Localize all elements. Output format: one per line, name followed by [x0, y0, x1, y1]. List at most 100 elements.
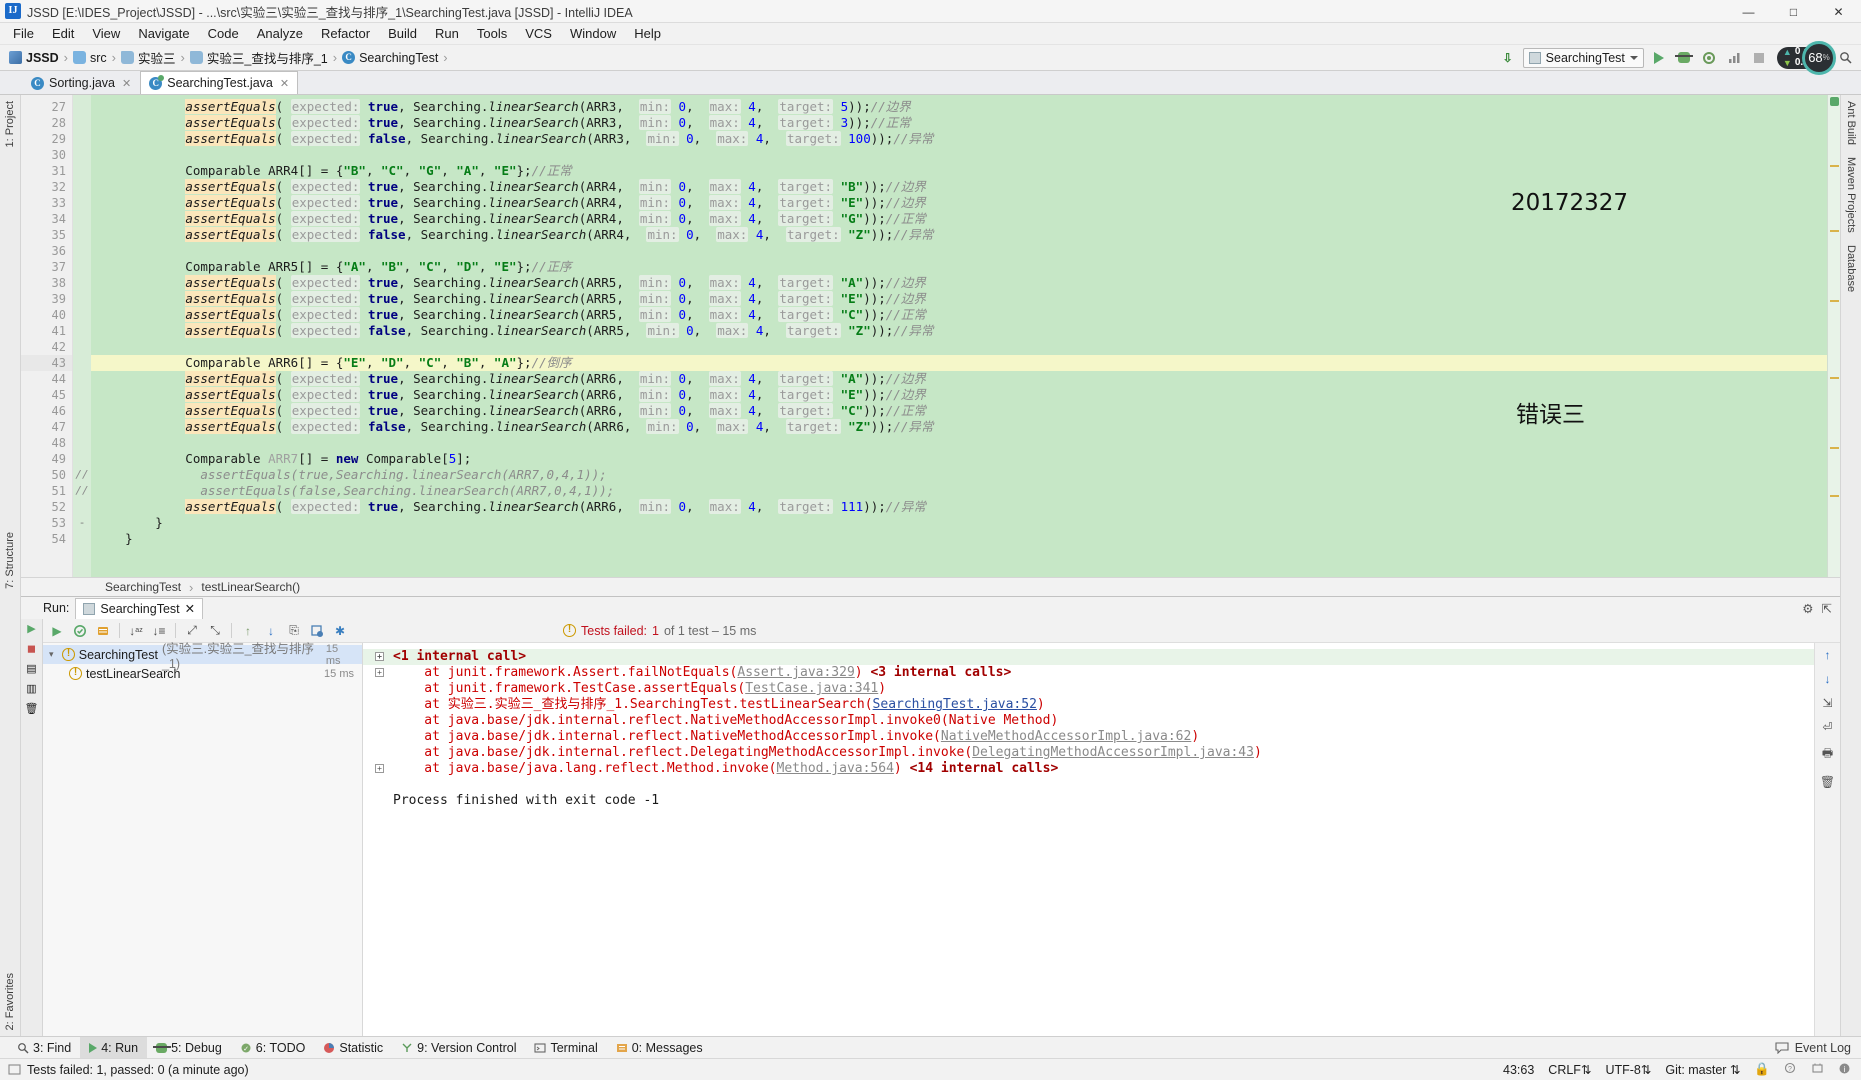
- line-number[interactable]: 51: [21, 483, 72, 499]
- memory-icon[interactable]: [1811, 1062, 1824, 1078]
- code-line[interactable]: }: [91, 515, 1827, 531]
- code-line[interactable]: assertEquals( expected: true, Searching.…: [91, 371, 1827, 387]
- line-number[interactable]: 29: [21, 131, 72, 147]
- close-button[interactable]: ✕: [1816, 0, 1861, 23]
- expand-stack-icon[interactable]: +: [375, 764, 384, 773]
- close-icon[interactable]: ✕: [280, 77, 289, 90]
- analysis-marker[interactable]: [1830, 495, 1839, 497]
- menu-run[interactable]: Run: [426, 24, 468, 43]
- line-number[interactable]: 30: [21, 147, 72, 163]
- line-number[interactable]: 28: [21, 115, 72, 131]
- code-line[interactable]: assertEquals( expected: false, Searching…: [91, 227, 1827, 243]
- line-number[interactable]: 50: [21, 467, 72, 483]
- sidebar-item-structure[interactable]: 7: Structure: [2, 526, 18, 595]
- menu-view[interactable]: View: [83, 24, 129, 43]
- test-tree[interactable]: ▾ ! SearchingTest (实验三.实验三_查找与排序_1) 15 m…: [43, 642, 363, 1036]
- menu-help[interactable]: Help: [625, 24, 670, 43]
- hide-icon[interactable]: ⇱: [1822, 601, 1832, 616]
- rerun-failed-tests-icon[interactable]: [70, 621, 90, 641]
- fold-marker[interactable]: -: [73, 515, 91, 531]
- code-line[interactable]: Comparable ARR4[] = {"B", "C", "G", "A",…: [91, 163, 1827, 179]
- layout-icon[interactable]: ▥: [26, 682, 36, 695]
- soft-wrap-icon[interactable]: ⏎: [1822, 720, 1832, 734]
- lock-icon[interactable]: 🔒: [1754, 1062, 1770, 1077]
- expand-stack-icon[interactable]: +: [375, 668, 384, 677]
- pin-icon[interactable]: ▤: [26, 662, 36, 675]
- close-icon[interactable]: ✕: [122, 77, 131, 90]
- sidebar-item-ant-build[interactable]: Ant Build: [1843, 95, 1859, 151]
- stop-red-icon[interactable]: ◼: [27, 642, 36, 655]
- git-branch[interactable]: Git: master ⇅: [1665, 1062, 1740, 1077]
- sidebar-item-database[interactable]: Database: [1843, 239, 1859, 298]
- code-editor[interactable]: 27 28 29 30 31 32 33 34 35 36 37 38 39 40 41 42 43 44 45 46…: [21, 95, 1840, 577]
- console-line[interactable]: [363, 777, 1814, 793]
- breadcrumb-package-2[interactable]: 实验三_查找与排序_1: [187, 48, 331, 67]
- console-line[interactable]: + at junit.framework.Assert.failNotEqual…: [363, 665, 1814, 681]
- code-line[interactable]: [91, 435, 1827, 451]
- comment-marker[interactable]: //: [73, 467, 91, 483]
- menu-tools[interactable]: Tools: [468, 24, 516, 43]
- line-number[interactable]: 39: [21, 291, 72, 307]
- code-line[interactable]: assertEquals( expected: true, Searching.…: [91, 291, 1827, 307]
- code-line[interactable]: [91, 339, 1827, 355]
- profile-button[interactable]: [1724, 48, 1744, 68]
- line-number[interactable]: 49: [21, 451, 72, 467]
- chevron-down-icon[interactable]: ▾: [49, 649, 58, 660]
- tab-debug[interactable]: 5: Debug: [147, 1037, 231, 1058]
- line-number[interactable]: 52: [21, 499, 72, 515]
- menu-navigate[interactable]: Navigate: [129, 24, 198, 43]
- code-content[interactable]: 20172327 错误三 assertEquals( expected: tru…: [91, 95, 1827, 577]
- console-line[interactable]: at java.base/jdk.internal.reflect.Native…: [363, 729, 1814, 745]
- sidebar-item-project[interactable]: 1: Project: [2, 95, 18, 153]
- comment-marker[interactable]: //: [73, 483, 91, 499]
- code-line[interactable]: [91, 147, 1827, 163]
- line-number[interactable]: 31: [21, 163, 72, 179]
- menu-code[interactable]: Code: [199, 24, 248, 43]
- code-line[interactable]: Comparable ARR7[] = new Comparable[5];: [91, 451, 1827, 467]
- code-line[interactable]: [91, 243, 1827, 259]
- line-number[interactable]: 36: [21, 243, 72, 259]
- line-number[interactable]: 42: [21, 339, 72, 355]
- tab-run[interactable]: 4: Run: [80, 1037, 148, 1058]
- search-icon[interactable]: [1835, 48, 1855, 68]
- code-line[interactable]: assertEquals( expected: true, Searching.…: [91, 499, 1827, 515]
- line-number[interactable]: 27: [21, 99, 72, 115]
- menu-edit[interactable]: Edit: [43, 24, 83, 43]
- line-number[interactable]: 32: [21, 179, 72, 195]
- info-icon[interactable]: i: [1838, 1062, 1851, 1078]
- code-line[interactable]: assertEquals( expected: true, Searching.…: [91, 307, 1827, 323]
- tab-terminal[interactable]: Terminal: [525, 1037, 606, 1058]
- line-number[interactable]: 38: [21, 275, 72, 291]
- line-number[interactable]: 46: [21, 403, 72, 419]
- code-line[interactable]: }: [91, 531, 1827, 547]
- test-tree-row-class[interactable]: ▾ ! SearchingTest (实验三.实验三_查找与排序_1) 15 m…: [43, 642, 362, 671]
- tab-searchingtest-java[interactable]: C SearchingTest.java ✕: [140, 71, 299, 94]
- console-line[interactable]: at 实验三.实验三_查找与排序_1.SearchingTest.testLin…: [363, 697, 1814, 713]
- minimize-button[interactable]: —: [1726, 0, 1771, 23]
- analysis-marker[interactable]: [1830, 377, 1839, 379]
- tab-sorting-java[interactable]: C Sorting.java ✕: [22, 71, 140, 94]
- wrap-text-icon[interactable]: ⇲: [1822, 696, 1832, 710]
- breadcrumb-package-1[interactable]: 实验三: [118, 48, 179, 67]
- menu-vcs[interactable]: VCS: [516, 24, 561, 43]
- line-number[interactable]: 34: [21, 211, 72, 227]
- scroll-up-icon[interactable]: ↑: [1825, 648, 1831, 662]
- scroll-down-icon[interactable]: ↓: [1825, 672, 1831, 686]
- code-line[interactable]: assertEquals( expected: true, Searching.…: [91, 115, 1827, 131]
- rerun-tests-icon[interactable]: ▶: [47, 621, 67, 641]
- caret-position[interactable]: 43:63: [1503, 1063, 1534, 1077]
- file-encoding[interactable]: UTF-8⇅: [1605, 1062, 1651, 1077]
- console-line[interactable]: at junit.framework.TestCase.assertEquals…: [363, 681, 1814, 697]
- tab-statistic[interactable]: Statistic: [314, 1037, 392, 1058]
- menu-file[interactable]: File: [4, 24, 43, 43]
- sidebar-item-favorites[interactable]: 2: Favorites: [2, 967, 18, 1036]
- breadcrumb-src[interactable]: src: [70, 51, 110, 65]
- test-settings-icon[interactable]: ✱: [330, 621, 350, 641]
- trash-icon[interactable]: 🗑: [1820, 775, 1835, 789]
- menu-window[interactable]: Window: [561, 24, 625, 43]
- run-button[interactable]: [1649, 48, 1669, 68]
- breadcrumb-class-name[interactable]: SearchingTest: [105, 580, 181, 594]
- code-line[interactable]: assertEquals(false,Searching.linearSearc…: [91, 483, 1827, 499]
- analysis-marker[interactable]: [1830, 300, 1839, 302]
- tab-find[interactable]: 3: Find: [8, 1037, 80, 1058]
